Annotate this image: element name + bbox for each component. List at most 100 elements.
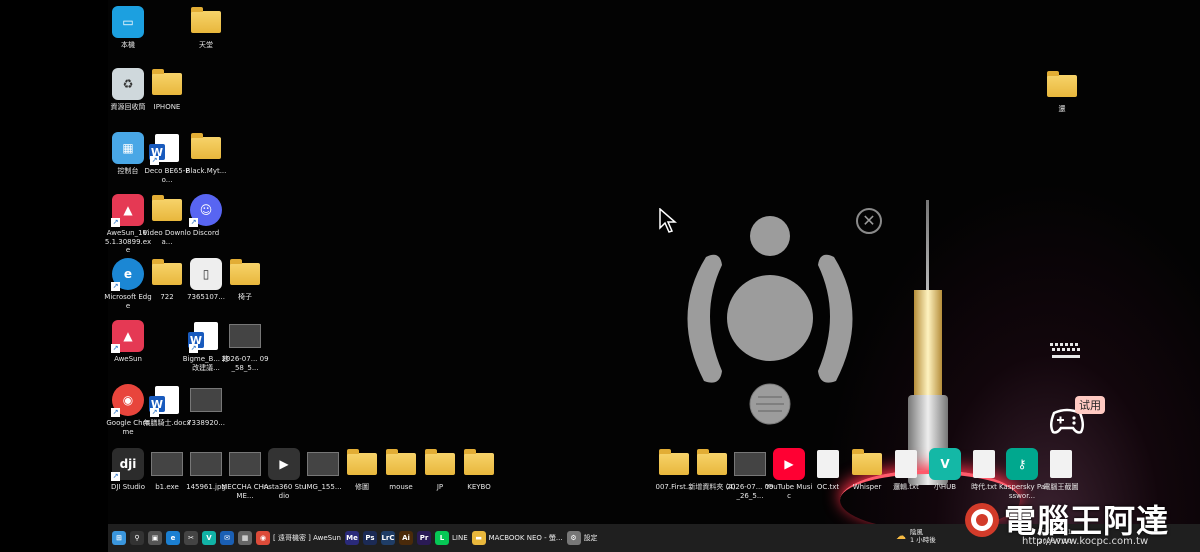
desktop-icon[interactable]: ◉Google Chrome xyxy=(106,384,150,436)
desktop-icon[interactable]: 天堂 xyxy=(184,6,228,50)
kaspersky-icon: ⚷ xyxy=(1006,448,1038,480)
icon-glyph: ▲ xyxy=(111,194,145,227)
desktop-icon[interactable]: 7338920... xyxy=(184,384,228,428)
desktop-icon[interactable]: Black.Myt... xyxy=(184,132,228,176)
youtube-music-icon: ▶ xyxy=(773,448,805,480)
document-icon xyxy=(973,450,995,478)
folder-icon xyxy=(697,449,727,475)
taskbar-item-capcut[interactable]: ✂ xyxy=(184,528,198,548)
desktop-icon[interactable]: 椅子 xyxy=(223,258,267,302)
folder-icon xyxy=(152,259,182,285)
overlay-close-button[interactable]: ✕ xyxy=(856,208,882,234)
desktop-icon-label: Black.Myt... xyxy=(185,167,227,175)
keyboard-icon[interactable] xyxy=(1046,340,1086,364)
taskbar-item-mail[interactable]: ✉ xyxy=(220,528,234,548)
document-icon xyxy=(817,450,839,478)
taskbar-item-lightroom[interactable]: LrC xyxy=(381,528,395,548)
desktop-icon[interactable]: eMicrosoft Edge xyxy=(104,258,152,310)
awesun-icon: ▲ xyxy=(112,320,144,352)
desktop-icon[interactable]: Video Downloa... xyxy=(143,194,191,246)
desktop-icon[interactable]: KEYBO xyxy=(457,448,501,492)
icon-glyph xyxy=(150,68,184,100)
taskbar-item-folder[interactable]: ▬ MACBOOK NEO - 螢... xyxy=(471,528,563,548)
icon-glyph xyxy=(189,6,223,38)
chrome-icon: ◉ xyxy=(256,531,270,545)
icon-glyph: ▶ xyxy=(772,448,806,480)
icon-glyph: ▦ xyxy=(111,132,145,164)
edge-icon: e xyxy=(166,531,180,545)
line-icon: L xyxy=(435,531,449,545)
discord-icon: ☺ xyxy=(190,194,222,226)
gamepad-overlay[interactable] xyxy=(660,205,890,435)
desktop-icon[interactable]: IPHONE xyxy=(145,68,189,112)
taskbar-item-task-view[interactable]: ▣ xyxy=(148,528,162,548)
taskbar-item-settings[interactable]: ⚙ 設定 xyxy=(566,528,598,548)
taskbar-items: ⊞ ⚲ ▣ e ✂ V ✉ ▦ ◉[ 遠哥機密 ] AweSun Me Ps LrC Ai Pr L LINE… xyxy=(108,528,598,548)
desktop-icon[interactable]: ▲ AweSun xyxy=(106,320,150,364)
document-icon xyxy=(895,450,917,478)
taskbar-item-media-encoder[interactable]: Me xyxy=(345,528,359,548)
taskbar-item-windows-start[interactable]: ⊞ xyxy=(112,528,126,548)
word-document-icon xyxy=(149,386,179,414)
icon-glyph xyxy=(657,448,691,480)
watermark-logo-icon xyxy=(965,503,999,537)
photoshop-icon: Ps xyxy=(363,531,377,545)
desktop-icon[interactable]: ▭ 本機 xyxy=(106,6,150,50)
folder-icon xyxy=(230,259,260,285)
search-icon: ⚲ xyxy=(130,531,144,545)
taskbar-item-search[interactable]: ⚲ xyxy=(130,528,144,548)
icon-glyph xyxy=(150,448,184,480)
taskbar-weather[interactable]: ☁ 陰風 1 小時後 xyxy=(896,528,936,544)
settings-icon: ⚙ xyxy=(566,531,581,545)
icon-glyph: V xyxy=(928,448,962,480)
taskbar-item-premiere[interactable]: Pr xyxy=(417,528,431,548)
desktop-icon-label: 2026-07... 09_58_5... xyxy=(221,355,269,372)
word-document-icon xyxy=(149,134,179,162)
icon-glyph xyxy=(150,194,184,226)
taskbar-item-edge[interactable]: e xyxy=(166,528,180,548)
desktop-icon[interactable]: ⚷ Kaspersky Passwor... xyxy=(999,448,1045,500)
calculator-icon: ▦ xyxy=(238,531,252,545)
desktop-icon[interactable]: 電腦王截圖 xyxy=(1039,448,1083,492)
desktop-icon-label: 還 xyxy=(1058,105,1066,113)
desktop-icon[interactable]: Deco BE65-Po... xyxy=(145,132,189,184)
word-document-icon xyxy=(188,322,218,350)
icon-glyph: ▶ xyxy=(267,448,301,480)
icon-glyph xyxy=(306,448,340,480)
media-encoder-icon: Me xyxy=(345,531,359,545)
taskbar-item-calculator[interactable]: ▦ xyxy=(238,528,252,548)
image-thumbnail-icon xyxy=(190,388,222,412)
icon-glyph xyxy=(228,448,262,480)
monitor-icon: ▭ xyxy=(112,6,144,38)
taskbar-item-vhub[interactable]: V xyxy=(202,528,216,548)
illustrator-icon: Ai xyxy=(399,531,413,545)
folder-icon xyxy=(386,449,416,475)
desktop-icon-top-right[interactable]: 還 xyxy=(1040,70,1084,114)
icon-glyph xyxy=(188,320,223,353)
image-thumbnail-icon xyxy=(229,324,261,348)
image-thumbnail-icon xyxy=(229,452,261,476)
icon-glyph: ☺ xyxy=(189,194,223,227)
watermark-url: http://www.kocpc.com.tw xyxy=(1022,536,1149,547)
desktop-icon-label: IPHONE xyxy=(153,103,181,111)
icon-glyph: ▯ xyxy=(189,258,223,290)
icon-glyph: ◉ xyxy=(111,384,145,417)
edge-icon: e xyxy=(112,258,144,290)
premiere-icon: Pr xyxy=(417,531,431,545)
desktop-icon[interactable]: 2026-07... 09_58_5... xyxy=(221,320,269,372)
folder-icon xyxy=(464,449,494,475)
desktop-icon[interactable]: ▶ YouTube Music xyxy=(766,448,812,500)
watermark: 電腦王阿達 http://www.kocpc.com.tw xyxy=(962,496,1200,552)
taskbar-item-illustrator[interactable]: Ai xyxy=(399,528,413,548)
taskbar-item-line[interactable]: L LINE xyxy=(435,528,468,548)
icon-glyph xyxy=(889,448,923,480)
mail-icon: ✉ xyxy=(220,531,234,545)
desktop-icon[interactable]: ☺ Discord xyxy=(184,194,228,238)
taskbar-item-chrome[interactable]: ◉[ 遠哥機密 ] AweSun xyxy=(256,528,341,548)
folder-icon xyxy=(347,449,377,475)
windows-start-icon: ⊞ xyxy=(112,531,126,545)
desktop-icon[interactable]: ▶ Insta360 Studio xyxy=(262,448,306,500)
trial-badge[interactable]: 试用 xyxy=(1075,396,1105,414)
taskbar-item-photoshop[interactable]: Ps xyxy=(363,528,377,548)
icon-glyph xyxy=(189,384,223,416)
